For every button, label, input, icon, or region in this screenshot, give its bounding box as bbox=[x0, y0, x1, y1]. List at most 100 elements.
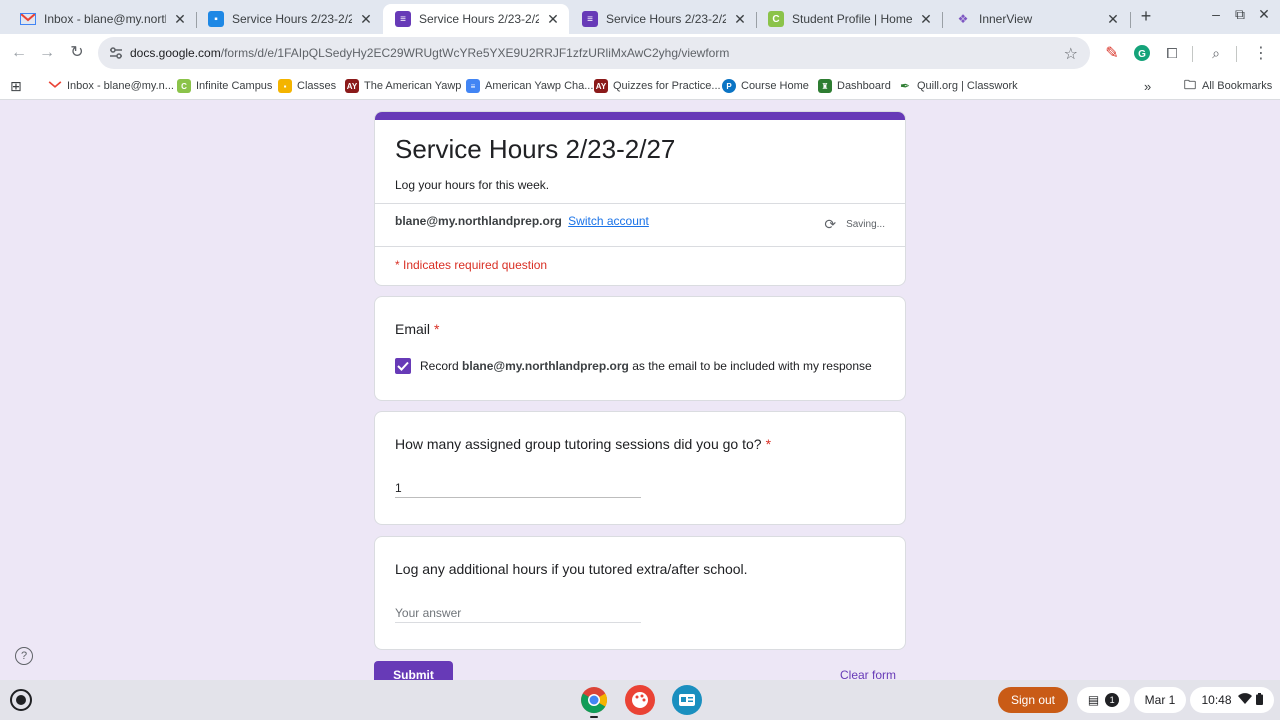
bookmark-label: Infinite Campus bbox=[196, 80, 273, 92]
form-header-card: Service Hours 2/23-2/27 Log your hours f… bbox=[374, 111, 906, 286]
bookmark-inbox[interactable]: Inbox - blane@my.n... bbox=[48, 78, 174, 94]
bookmark-dashboard[interactable]: ♜ Dashboard bbox=[818, 78, 891, 94]
classroom-icon: ▪ bbox=[278, 79, 292, 93]
checkbox-email: blane@my.northlandprep.org bbox=[462, 359, 629, 373]
required-asterisk: * bbox=[434, 321, 440, 337]
innerview-icon: ❖ bbox=[957, 12, 969, 26]
quill-icon: ✒ bbox=[899, 79, 911, 93]
tab-classroom[interactable]: ▪ Service Hours 2/23-2/27 ✕ bbox=[196, 4, 382, 34]
date-text: Mar 1 bbox=[1144, 693, 1176, 707]
tab-title: Inbox - blane@my.northlandp bbox=[44, 12, 166, 26]
infinite-campus-icon: C bbox=[768, 11, 784, 27]
tab-separator bbox=[1130, 12, 1131, 28]
account-email: blane@my.northlandprep.org bbox=[395, 214, 562, 228]
restore-icon[interactable]: ⧉ bbox=[1230, 6, 1250, 23]
close-icon[interactable]: ✕ bbox=[172, 11, 188, 28]
system-tray[interactable]: 10:48 bbox=[1190, 687, 1274, 713]
bookmark-label: The American Yawp bbox=[364, 80, 462, 92]
sync-icon: ⟳ bbox=[824, 216, 837, 232]
close-icon[interactable]: ✕ bbox=[358, 11, 374, 28]
all-bookmarks-folder[interactable]: 🗀 All Bookmarks bbox=[1183, 78, 1272, 94]
tab-strip: Inbox - blane@my.northlandp ✕ ▪ Service … bbox=[0, 0, 1280, 34]
apps-grid-icon[interactable]: ⊞ bbox=[10, 78, 22, 94]
reload-icon[interactable]: ↻ bbox=[66, 42, 88, 64]
classwork-app-icon[interactable] bbox=[672, 685, 702, 715]
close-icon[interactable]: ✕ bbox=[1105, 11, 1121, 28]
new-tab-button[interactable]: + bbox=[1136, 6, 1156, 28]
tab-title: Student Profile | Home | Infin bbox=[792, 12, 912, 26]
sign-out-button[interactable]: Sign out bbox=[998, 687, 1068, 713]
tab-infinite-campus[interactable]: C Student Profile | Home | Infin ✕ bbox=[756, 4, 942, 34]
form-title: Service Hours 2/23-2/27 bbox=[395, 134, 676, 164]
close-icon[interactable]: ✕ bbox=[918, 11, 934, 28]
email-question-card: Email * Record blane@my.northlandprep.org… bbox=[374, 296, 906, 401]
bookmark-label: All Bookmarks bbox=[1202, 80, 1273, 92]
tab-forms-active[interactable]: ≡ Service Hours 2/23-2/27 ✕ bbox=[383, 4, 569, 34]
pen-extension-icon[interactable]: ✎ bbox=[1102, 43, 1122, 63]
help-icon[interactable]: ? bbox=[15, 647, 33, 665]
forms-icon: ≡ bbox=[395, 11, 411, 27]
account-line: blane@my.northlandprep.org Switch accoun… bbox=[395, 214, 649, 228]
bookmark-label: Classes bbox=[297, 80, 337, 92]
bookmark-label: Inbox - blane@my.n... bbox=[67, 80, 174, 92]
tab-title: Service Hours 2/23-2/27 bbox=[232, 12, 352, 26]
forms-icon: ≡ bbox=[582, 11, 598, 27]
bookmark-label: Quill.org | Classwork bbox=[917, 80, 1018, 92]
tab-search-icon[interactable]: ⌕ bbox=[1206, 43, 1226, 63]
date-tray[interactable]: Mar 1 bbox=[1134, 687, 1186, 713]
more-menu-icon[interactable]: ⋮ bbox=[1251, 43, 1271, 63]
bookmark-infinite-campus[interactable]: C Infinite Campus bbox=[177, 78, 272, 94]
notifications-tray[interactable]: ▤ 1 bbox=[1077, 687, 1130, 713]
battery-icon bbox=[1255, 692, 1263, 708]
tote-icon: ▤ bbox=[1087, 693, 1100, 707]
bookmark-quill[interactable]: ✒ Quill.org | Classwork bbox=[898, 78, 1018, 94]
url-path: /forms/d/e/1FAIpQLSedyHy2EC29WRUgtWcYRe5… bbox=[220, 46, 730, 60]
required-asterisk: * bbox=[765, 436, 772, 452]
bookmark-classes[interactable]: ▪ Classes bbox=[278, 78, 336, 94]
back-arrow-icon[interactable]: ← bbox=[8, 42, 30, 64]
grammarly-icon[interactable]: G bbox=[1132, 43, 1152, 63]
forward-arrow-icon[interactable]: → bbox=[36, 42, 58, 64]
bookmark-yawp-chapter[interactable]: ≡ American Yawp Cha... bbox=[466, 78, 593, 94]
launcher-icon[interactable] bbox=[10, 689, 32, 711]
ay-icon: AY bbox=[345, 79, 359, 93]
svg-text:G: G bbox=[1138, 49, 1146, 60]
notification-count: 1 bbox=[1105, 693, 1120, 707]
dashboard-icon: ♜ bbox=[818, 79, 832, 93]
docs-icon: ≡ bbox=[466, 79, 480, 93]
browser-toolbar: ← → ↻ docs.google.com/forms/d/e/1FAIpQLS… bbox=[0, 34, 1280, 72]
switch-account-link[interactable]: Switch account bbox=[568, 214, 649, 228]
site-settings-icon[interactable] bbox=[108, 45, 124, 61]
bookmark-star-icon[interactable]: ☆ bbox=[1064, 44, 1078, 64]
toolbar-separator bbox=[1192, 46, 1193, 62]
tab-forms[interactable]: ≡ Service Hours 2/23-2/27 ✕ bbox=[570, 4, 756, 34]
bookmark-course-home[interactable]: P Course Home bbox=[722, 78, 809, 94]
question-label: Log any additional hours if you tutored … bbox=[395, 561, 748, 577]
tab-gmail[interactable]: Inbox - blane@my.northlandp ✕ bbox=[8, 4, 196, 34]
bookmark-quizzes[interactable]: AY Quizzes for Practice... bbox=[594, 78, 721, 94]
checkbox-prefix: Record bbox=[420, 359, 459, 373]
classroom-icon: ▪ bbox=[208, 11, 224, 27]
active-app-indicator bbox=[590, 716, 598, 718]
bookmark-american-yawp[interactable]: AY The American Yawp bbox=[345, 78, 461, 94]
minimize-icon[interactable]: – bbox=[1206, 6, 1226, 22]
bookmarks-overflow-icon[interactable]: » bbox=[1144, 78, 1151, 94]
record-email-checkbox[interactable] bbox=[395, 358, 411, 374]
time-text: 10:48 bbox=[1201, 693, 1232, 707]
chrome-icon[interactable] bbox=[579, 685, 609, 715]
extensions-puzzle-icon[interactable]: ⧠ bbox=[1162, 43, 1182, 63]
tutoring-sessions-question-card: How many assigned group tutoring session… bbox=[374, 411, 906, 525]
infinite-campus-icon: C bbox=[177, 79, 191, 93]
window-close-icon[interactable]: ✕ bbox=[1254, 6, 1274, 23]
close-icon[interactable]: ✕ bbox=[545, 11, 561, 28]
close-icon[interactable]: ✕ bbox=[732, 11, 748, 28]
tutoring-sessions-input[interactable]: 1 bbox=[395, 476, 641, 498]
folder-icon: 🗀 bbox=[1183, 77, 1196, 92]
form-accent-bar bbox=[375, 112, 905, 120]
additional-hours-question-card: Log any additional hours if you tutored … bbox=[374, 536, 906, 650]
address-bar[interactable]: docs.google.com/forms/d/e/1FAIpQLSedyHy2… bbox=[98, 37, 1090, 69]
tab-innerview[interactable]: ❖ InnerView ✕ bbox=[943, 4, 1129, 34]
additional-hours-input[interactable]: Your answer bbox=[395, 601, 641, 623]
palette-app-icon[interactable] bbox=[625, 685, 655, 715]
bookmark-label: American Yawp Cha... bbox=[485, 80, 594, 92]
